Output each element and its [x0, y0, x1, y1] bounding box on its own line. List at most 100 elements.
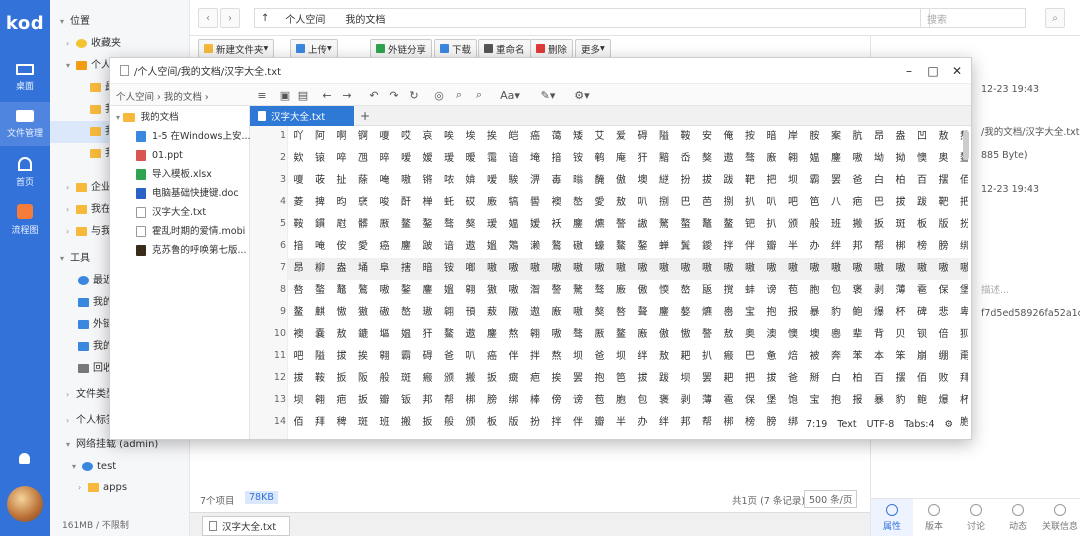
line-number: 14: [273, 416, 286, 427]
text-char: 巴: [680, 197, 691, 208]
wand-icon[interactable]: ✎▾: [538, 88, 558, 102]
delete-button[interactable]: 删除: [530, 39, 574, 58]
tab-related[interactable]: 关联信息: [1039, 499, 1080, 536]
maximize-button[interactable]: □: [924, 62, 942, 80]
text-char: 翱: [788, 153, 798, 164]
minimize-button[interactable]: –: [900, 62, 918, 80]
tab-properties[interactable]: 属性: [871, 499, 913, 536]
text-char: 伴: [508, 351, 519, 362]
close-button[interactable]: ✕: [948, 62, 966, 80]
location-icon[interactable]: ◎: [432, 88, 446, 102]
refresh-icon[interactable]: ↻: [407, 88, 421, 102]
text-char: 昂: [874, 131, 884, 142]
tab-versions[interactable]: 版本: [913, 499, 955, 536]
tab-activity[interactable]: 动态: [997, 499, 1039, 536]
more-button[interactable]: 更多 ▾: [575, 39, 611, 58]
tab-size[interactable]: Tabs:4: [904, 419, 934, 430]
list-item[interactable]: 霍乱时期的爱情.mobi: [136, 222, 245, 241]
breadcrumb-item[interactable]: 我的文档: [335, 11, 395, 26]
tree-item[interactable]: ▾ test: [50, 456, 190, 478]
text-char: 钣: [401, 395, 411, 406]
text-char: 坝: [573, 351, 583, 362]
tab-discussion[interactable]: 讨论: [955, 499, 997, 536]
text-char: 犒: [508, 197, 519, 208]
gear-icon[interactable]: ⚙▾: [572, 88, 592, 102]
list-item[interactable]: 01.ppt: [136, 146, 183, 165]
rename-button[interactable]: 重命名: [478, 39, 531, 58]
text-char: 摆: [938, 175, 949, 186]
avatar[interactable]: [7, 486, 43, 522]
text-char: 绊: [831, 241, 841, 252]
upload-button[interactable]: 上传 ▾: [290, 39, 338, 58]
back-button[interactable]: ‹: [198, 8, 218, 28]
text-char: 阜: [379, 263, 390, 274]
storage-usage: 161MB / 不限制: [62, 521, 129, 531]
text-char: 鰲: [444, 329, 454, 340]
text-char: 薄: [702, 395, 712, 406]
scrollbar-thumb[interactable]: [963, 130, 969, 160]
tree-item[interactable]: › 收藏夹: [50, 33, 190, 55]
text-char: 媪: [401, 329, 411, 340]
text-char: 榜: [917, 241, 927, 252]
download-button[interactable]: 下载: [434, 39, 478, 58]
bell-icon[interactable]: [19, 453, 30, 464]
encoding[interactable]: UTF-8: [867, 419, 895, 430]
per-page-select[interactable]: 500 条/页: [804, 490, 858, 508]
tab-file[interactable]: 汉字大全.txt: [250, 106, 354, 126]
nav-flowchart[interactable]: 流程图: [0, 198, 50, 242]
add-tab-icon[interactable]: +: [360, 109, 370, 123]
text-line: 吧隘拔挨翱霸碍爸叭癌伴拌熬坝爸坝绊敖耙扒瘢巴惫焙被奔苯本笨崩绷甭泵: [288, 346, 969, 368]
text-char: 翱: [315, 395, 325, 406]
replace-icon[interactable]: ⌕: [472, 88, 486, 102]
nav-home[interactable]: 首页: [0, 150, 50, 194]
text-char: 膀: [938, 241, 949, 252]
code-area[interactable]: 吖阿啊锕嗄哎哀唉埃挨皑癌蔼矮艾爱碍隘鞍安俺按暗岸胺案肮昂盎凹敖熬翱袄欸锿啐乪晬嗳…: [288, 126, 968, 439]
app-logo[interactable]: kod: [0, 0, 50, 46]
search-input[interactable]: 搜索: [920, 8, 1026, 28]
breadcrumb-item[interactable]: 个人空间: [275, 11, 335, 26]
nav-desktop[interactable]: 桌面: [0, 56, 50, 100]
scrollbar[interactable]: [963, 126, 969, 439]
gear-icon[interactable]: ⚙: [945, 419, 954, 430]
undo-icon[interactable]: ↶: [367, 88, 381, 102]
text-char: 稗: [336, 417, 347, 428]
redo-icon[interactable]: ↷: [387, 88, 401, 102]
up-icon[interactable]: ↑: [255, 13, 275, 24]
tree-item[interactable]: ▾ 位置: [50, 11, 190, 33]
list-item[interactable]: 克苏鲁的呼唤第七版...: [136, 241, 247, 260]
text-char: 敖: [938, 131, 949, 142]
tree-item[interactable]: › apps: [50, 477, 190, 499]
list-item[interactable]: 汉字大全.txt: [136, 203, 206, 222]
new-folder-button[interactable]: 新建文件夹 ▾: [198, 39, 275, 58]
text-char: 跋: [659, 373, 669, 384]
list-item[interactable]: 1-5 在Windows上安...: [136, 127, 251, 146]
save-all-icon[interactable]: ▤: [296, 88, 310, 102]
text-char: 懊: [917, 153, 927, 164]
arrow-right-icon[interactable]: →: [340, 88, 354, 102]
text-char: 扳: [358, 395, 368, 406]
description-field[interactable]: 描述...: [981, 282, 1009, 296]
text-char: 乪: [358, 153, 368, 164]
text-char: 鳌: [723, 219, 734, 230]
nav-file-manager[interactable]: 文件管理: [0, 102, 50, 146]
text-char: 梆: [723, 417, 734, 428]
search-button[interactable]: ⌕: [1045, 8, 1065, 28]
list-item[interactable]: ▾ 我的文档: [116, 108, 179, 127]
forward-button[interactable]: ›: [220, 8, 240, 28]
taskbar-item[interactable]: 汉字大全.txt: [202, 516, 290, 536]
search-icon[interactable]: ⌕: [452, 88, 466, 102]
list-item[interactable]: 电脑基础快捷键.doc: [136, 184, 239, 203]
list-item[interactable]: 导入模板.xlsx: [136, 165, 212, 184]
save-icon[interactable]: ▣: [278, 88, 292, 102]
font-icon[interactable]: Aa▾: [498, 88, 522, 102]
menu-icon[interactable]: ≡: [255, 88, 269, 102]
arrow-left-icon[interactable]: ←: [320, 88, 334, 102]
share-link-button[interactable]: 外链分享: [370, 39, 433, 58]
syntax-mode[interactable]: Text: [837, 419, 856, 430]
text-char: 搳: [401, 263, 411, 274]
text-char: 扳: [422, 417, 433, 428]
text-char: 唵: [379, 175, 390, 186]
desktop-icon: [16, 64, 34, 75]
text-char: 靶: [745, 175, 755, 186]
text-char: 半: [788, 241, 798, 252]
